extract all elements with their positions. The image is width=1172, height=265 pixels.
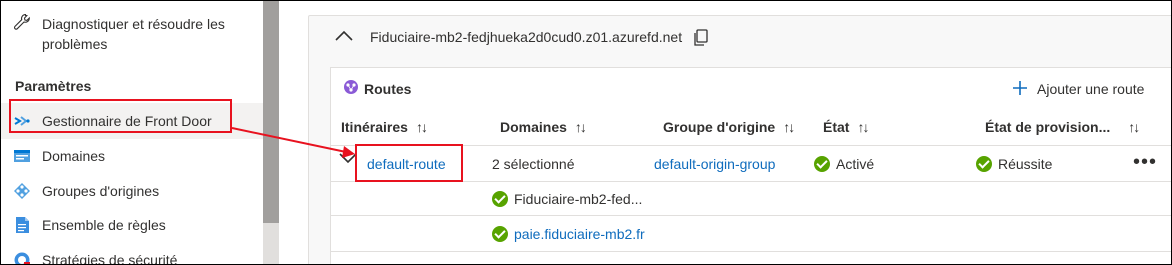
annotation-arrow (231, 127, 355, 158)
window: Diagnostiquer et résoudre les problèmes … (0, 0, 1172, 265)
